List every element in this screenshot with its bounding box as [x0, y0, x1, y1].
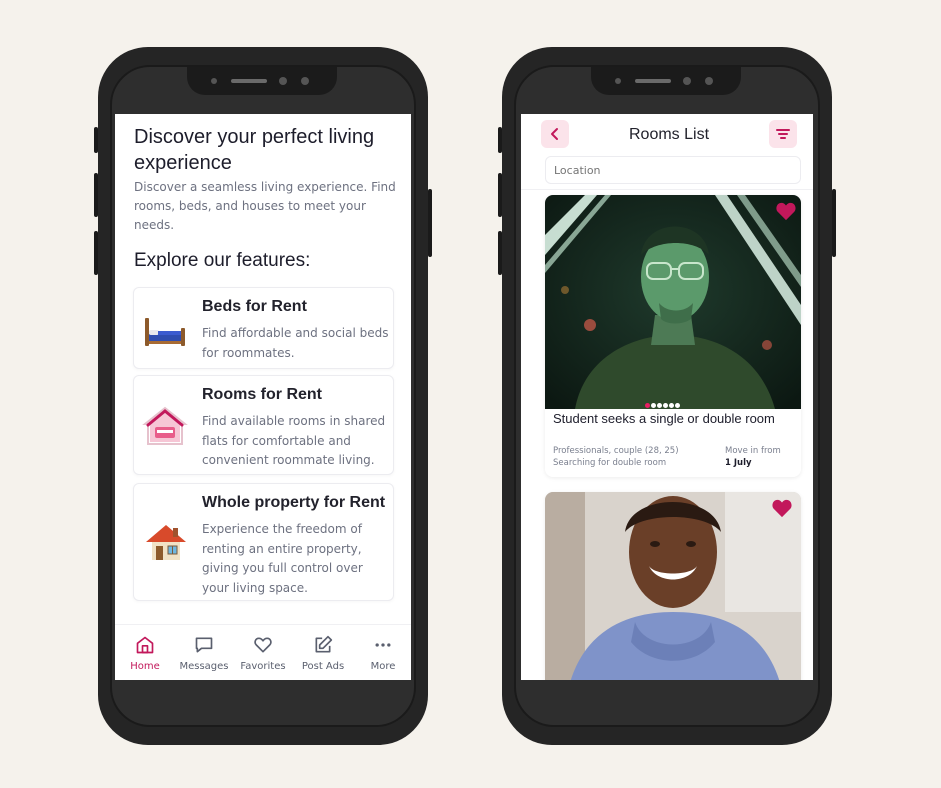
phone-side-button — [428, 189, 432, 257]
tab-label: Home — [130, 661, 160, 672]
feature-description: Find affordable and social beds for room… — [202, 326, 389, 360]
tab-label: Post Ads — [301, 661, 345, 672]
phone-notch — [591, 67, 741, 95]
feature-card-rooms[interactable]: Rooms for Rent Find available rooms in s… — [133, 375, 394, 475]
listing-title: Student seeks a single or double room — [553, 411, 775, 426]
tab-more[interactable]: More — [353, 625, 411, 680]
move-in-info: Move in from 1 July — [725, 445, 781, 469]
tab-favorites[interactable]: Favorites — [233, 625, 293, 680]
heart-icon — [254, 637, 272, 653]
feature-description: Find available rooms in shared flats for… — [202, 414, 386, 467]
tab-label: Favorites — [240, 661, 286, 672]
rooms-list-screen: Rooms List Location Student seeks a sing… — [521, 114, 813, 680]
phone-side-button — [832, 189, 836, 257]
edit-icon — [315, 635, 333, 653]
favorite-heart-icon[interactable] — [771, 498, 793, 518]
listing-info-line: Professionals, couple (28, 25) — [553, 446, 679, 456]
feature-card-beds[interactable]: Beds for Rent Find affordable and social… — [133, 287, 394, 369]
phone-side-button — [94, 231, 98, 275]
favorite-heart-icon[interactable] — [775, 201, 797, 221]
page-description: Discover a seamless living experience. F… — [134, 180, 396, 232]
filter-icon — [776, 129, 790, 139]
phone-side-button — [498, 231, 502, 275]
page-title: Discover your perfect living experience — [134, 126, 375, 174]
feature-title: Whole property for Rent — [202, 494, 386, 511]
feature-title: Rooms for Rent — [202, 386, 322, 403]
phone-side-button — [498, 173, 502, 217]
phone-side-button — [498, 127, 502, 153]
listing-photo — [545, 492, 801, 680]
phone-side-button — [94, 173, 98, 217]
chat-icon — [195, 637, 213, 653]
filter-button[interactable] — [769, 120, 797, 148]
move-in-date: 1 July — [725, 458, 752, 468]
location-input[interactable] — [545, 156, 801, 184]
listing-info-line: Searching for double room — [553, 458, 667, 468]
feature-title: Beds for Rent — [202, 298, 307, 315]
move-in-label: Move in from — [725, 446, 781, 456]
phone-side-button — [94, 127, 98, 153]
home-icon — [136, 636, 154, 654]
carousel-indicator[interactable] — [645, 393, 681, 408]
section-title: Explore our features: — [134, 250, 311, 271]
house-icon — [146, 525, 186, 560]
more-icon — [375, 643, 391, 647]
tab-messages[interactable]: Messages — [174, 625, 234, 680]
feature-card-whole-property[interactable]: Whole property for Rent Experience the f… — [133, 483, 394, 601]
tab-label: Messages — [179, 661, 229, 672]
home-screen: Discover your perfect living experience … — [115, 114, 411, 680]
phone-frame-right: Rooms List Location Student seeks a sing… — [498, 47, 836, 745]
room-house-icon — [142, 406, 188, 445]
listing-card[interactable]: Student seeks a single or double room Pr… — [545, 195, 801, 477]
listing-info: Professionals, couple (28, 25) Searching… — [553, 445, 679, 469]
listing-photo — [545, 195, 801, 409]
phone-frame-left: Discover your perfect living experience … — [94, 47, 432, 745]
tab-label: More — [370, 661, 396, 672]
tab-post-ads[interactable]: Post Ads — [293, 625, 353, 680]
bottom-tab-bar: Home Messages Favorites Post Ads More — [115, 624, 411, 680]
phone-notch — [187, 67, 337, 95]
bed-icon — [145, 318, 185, 346]
feature-description: Experience the freedom of renting an ent… — [202, 522, 363, 595]
listing-card[interactable] — [545, 492, 801, 680]
rooms-header: Rooms List — [521, 114, 813, 190]
tab-home[interactable]: Home — [115, 625, 175, 680]
